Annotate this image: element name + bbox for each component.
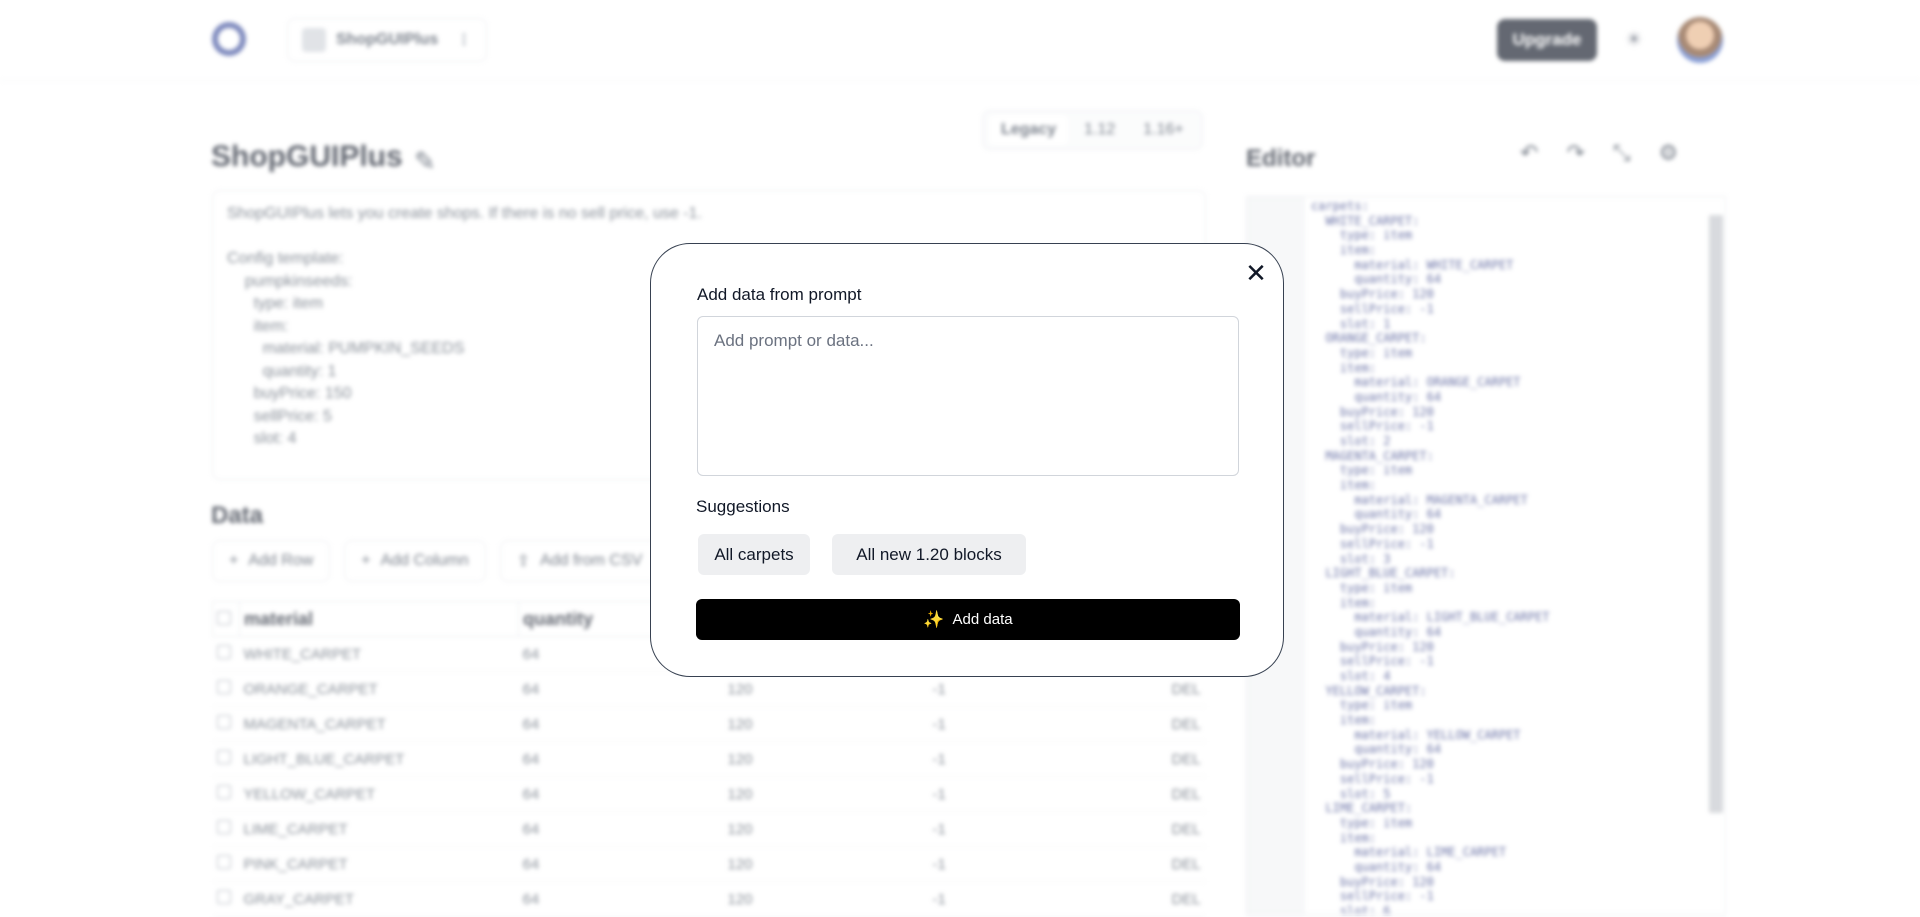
suggestion-chip-all-carpets[interactable]: All carpets <box>698 534 810 575</box>
add-data-button[interactable]: ✨ Add data <box>696 599 1240 640</box>
suggestions-heading: Suggestions <box>696 497 790 516</box>
sparkles-icon: ✨ <box>923 610 945 629</box>
modal-heading: Add data from prompt <box>697 285 862 304</box>
close-icon[interactable]: ✕ <box>1243 260 1269 286</box>
add-data-label: Add data <box>952 611 1013 628</box>
suggestion-chip-new-blocks[interactable]: All new 1.20 blocks <box>832 534 1026 575</box>
prompt-input[interactable] <box>697 316 1239 476</box>
add-data-modal: ✕ Add data from prompt Suggestions All c… <box>650 243 1284 677</box>
